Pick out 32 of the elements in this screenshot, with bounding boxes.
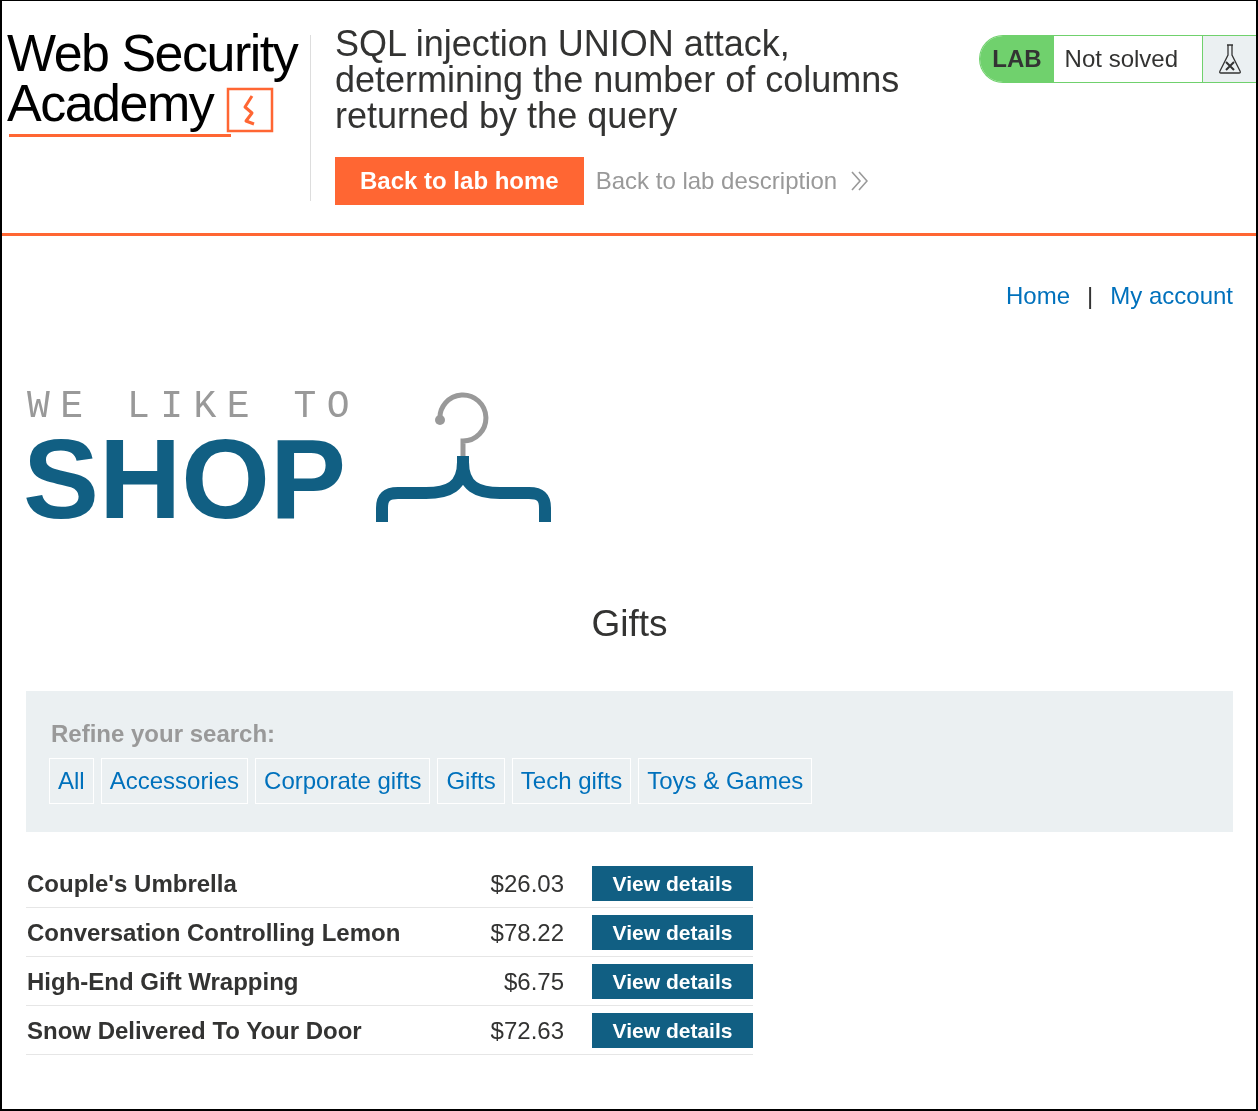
product-price: $72.63 [490,1016,564,1045]
hanger-icon [376,392,552,522]
category-filter[interactable]: All [49,758,94,804]
back-to-lab-home-button[interactable]: Back to lab home [335,157,584,205]
product-name: Couple's Umbrella [27,869,238,898]
logo-tagline: WE LIKE TO [27,389,361,425]
product-name: Conversation Controlling Lemon [27,918,402,947]
category-filter[interactable]: Gifts [437,758,505,804]
filter-heading: Refine your search: [51,720,277,748]
lightning-box-icon [226,87,275,133]
double-chevron-icon [851,171,869,191]
product-price: $78.22 [490,918,564,947]
category-filter[interactable]: Corporate gifts [255,758,431,804]
view-details-button[interactable]: View details [592,866,753,901]
category-filter[interactable]: Accessories [100,758,249,804]
lab-title: SQL injection UNION attack, determining the number of columns returned by the query [335,26,901,134]
logo-wordmark: SHOP [23,429,347,529]
nav-link[interactable]: My account [1110,282,1233,310]
nav-separator: | [1087,282,1094,310]
category-filter[interactable]: Tech gifts [511,758,632,804]
category-filter[interactable]: Toys & Games [638,758,813,804]
view-details-button[interactable]: View details [592,1013,753,1048]
view-details-button[interactable]: View details [592,964,753,999]
view-details-button[interactable]: View details [592,915,753,950]
page-title: Gifts [590,604,669,644]
nav-link[interactable]: Home [1006,282,1071,310]
product-name: High-End Gift Wrapping [27,967,300,996]
product-price: $6.75 [503,967,564,996]
lab-description-link[interactable]: Back to lab description [595,167,869,195]
product-price: $26.03 [490,869,564,898]
product-name: Snow Delivered To Your Door [27,1016,363,1045]
lab-label: LAB [980,36,1054,82]
